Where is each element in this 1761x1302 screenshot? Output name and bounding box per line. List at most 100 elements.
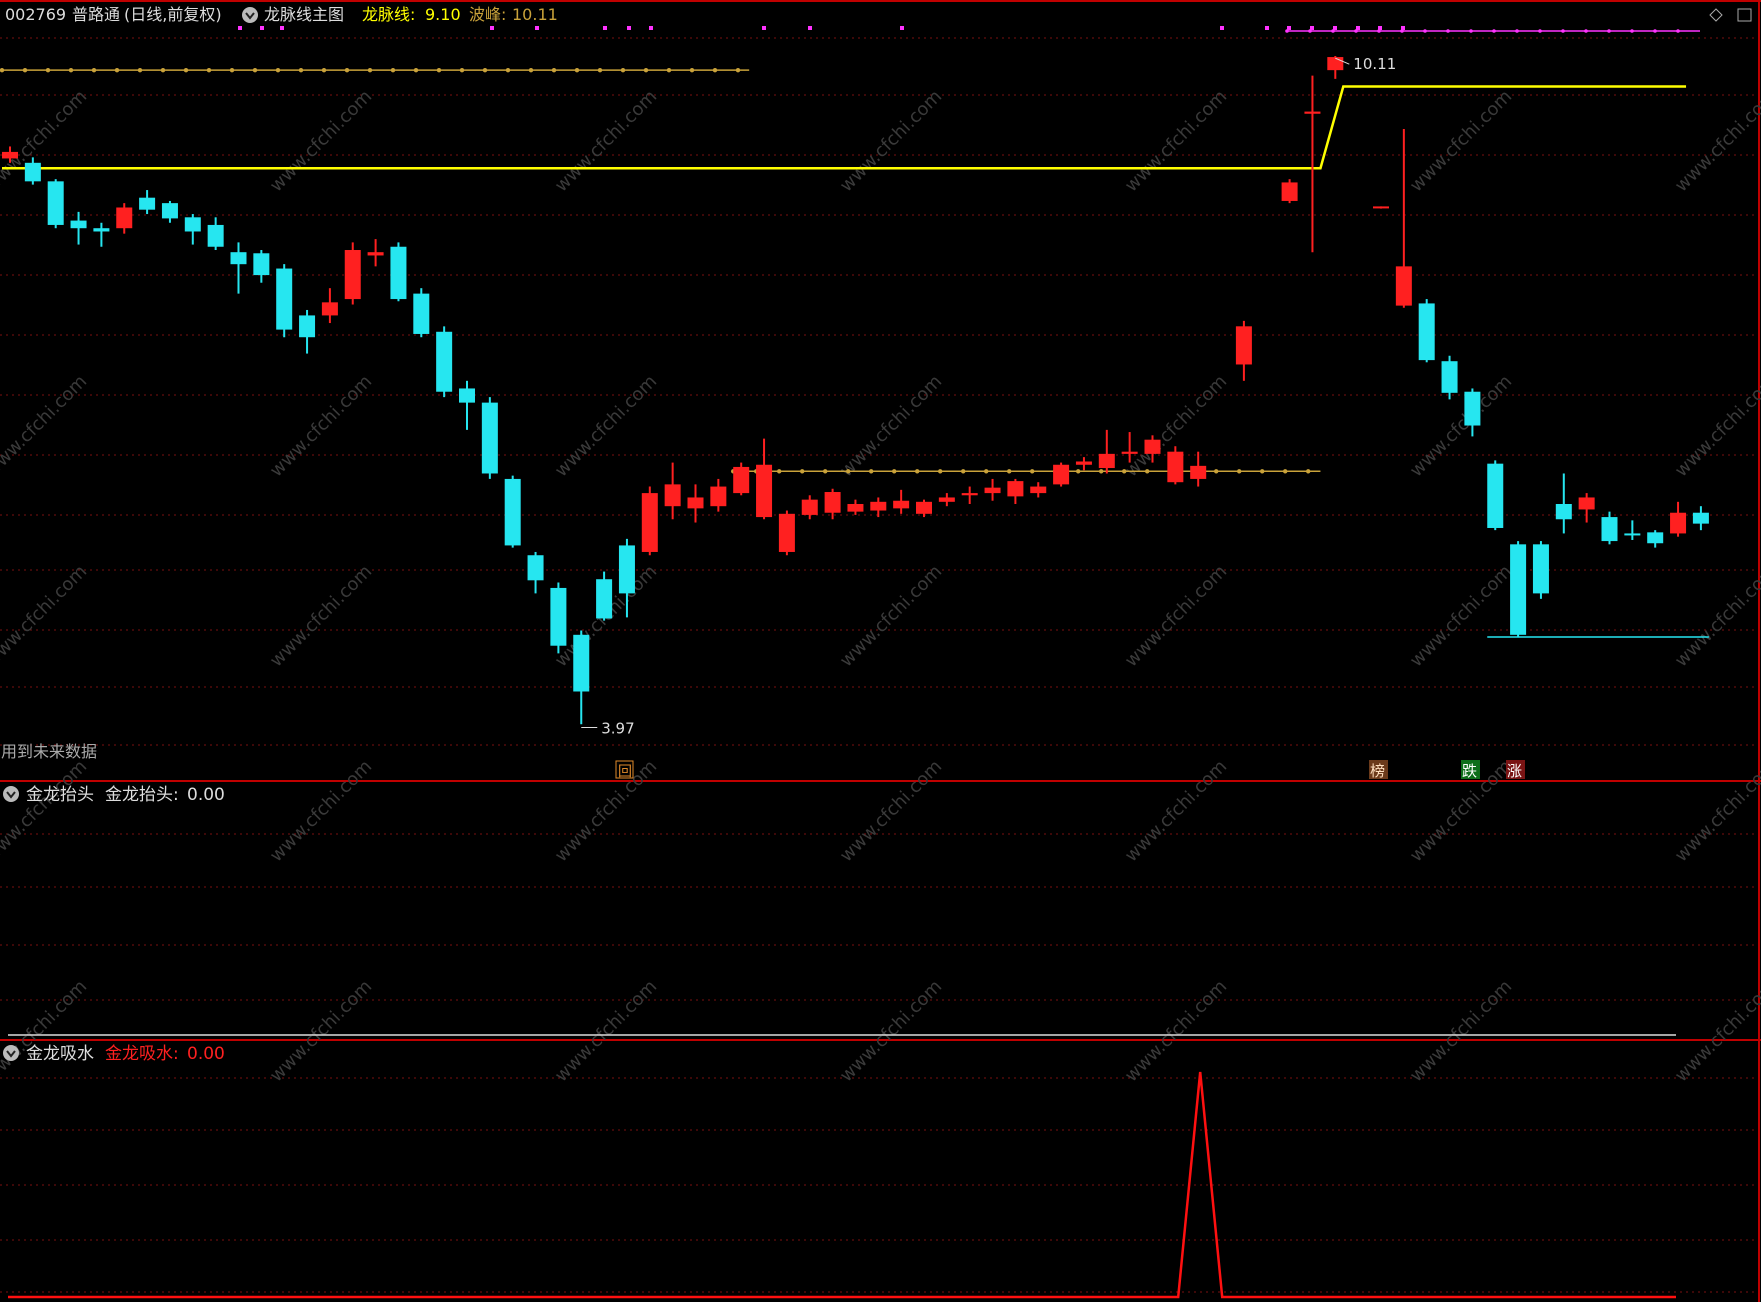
candle	[116, 203, 133, 234]
candle-body	[893, 500, 910, 509]
candle	[710, 478, 727, 512]
candle	[527, 551, 544, 594]
candle	[961, 486, 978, 505]
candle	[778, 510, 795, 556]
candle-body	[1235, 326, 1252, 365]
gold-dot	[735, 67, 741, 73]
candle	[459, 380, 475, 430]
panel2-menu-toggle[interactable]	[3, 786, 19, 802]
magenta-signal-dots	[238, 26, 1700, 33]
candle	[93, 222, 110, 247]
candle-body	[1510, 544, 1527, 635]
future-data-note: 用到未来数据	[1, 742, 97, 761]
candle-body	[1327, 57, 1344, 71]
candle	[1167, 446, 1184, 485]
candle-body	[710, 486, 727, 507]
chart-canvas[interactable]: www.cfchi.com www.cfchi.com www.cfchi.com w…	[0, 0, 1761, 1302]
candle-body	[436, 331, 453, 392]
candle	[641, 486, 658, 556]
candle-body	[1121, 451, 1138, 454]
signal-zhang-badge: 涨	[1506, 760, 1525, 780]
signal-zhang-text: 涨	[1507, 762, 1522, 780]
gold-dot	[160, 67, 166, 73]
candle-body	[184, 217, 201, 232]
gold-dot	[597, 67, 603, 73]
peak-value: 10.11	[512, 5, 558, 24]
gold-dot	[689, 67, 695, 73]
candle-body	[1670, 512, 1687, 534]
gold-dot	[275, 67, 281, 73]
candle	[207, 217, 224, 251]
watermark-text: www.cfchi.com	[266, 561, 376, 671]
panel3-title: 金龙吸水	[26, 1044, 94, 1064]
gold-dotted-lines	[0, 67, 1321, 474]
gold-dot	[436, 67, 442, 73]
candle-body	[1030, 486, 1047, 494]
candle	[1190, 451, 1207, 487]
candle-body	[618, 545, 635, 594]
candle	[847, 499, 864, 515]
candle-body	[299, 315, 316, 338]
candle-body	[481, 402, 498, 474]
candle	[1487, 460, 1504, 531]
gold-dot	[114, 67, 120, 73]
watermark-text: www.cfchi.com	[266, 756, 376, 866]
candle	[573, 630, 590, 725]
candle	[664, 462, 681, 520]
gold-dot	[298, 67, 304, 73]
candle-body	[1555, 504, 1572, 520]
high-price-label: 10.11	[1353, 55, 1396, 73]
indicator-menu-toggle[interactable]	[242, 7, 258, 23]
candle-body	[161, 203, 178, 219]
magenta-dot	[490, 26, 494, 30]
candle-body	[847, 504, 864, 512]
candle-body	[2, 151, 18, 159]
gold-dot	[229, 67, 235, 73]
candle-body	[1098, 453, 1115, 469]
signal-bang-badge: 榜	[1369, 760, 1388, 780]
candle-body	[1647, 532, 1664, 544]
candle	[870, 497, 887, 518]
watermark-text: www.cfchi.com	[551, 86, 661, 196]
magenta-dot	[627, 26, 631, 30]
candle	[596, 571, 613, 621]
magenta-dot	[1446, 29, 1450, 33]
watermark-text: www.cfchi.com	[266, 976, 376, 1086]
candle-body	[527, 555, 544, 581]
candle	[1235, 320, 1252, 381]
candle	[253, 250, 270, 283]
candle	[1327, 55, 1344, 79]
maximize-icon[interactable]	[1737, 8, 1752, 22]
magenta-dot	[649, 26, 653, 30]
candle	[161, 200, 178, 223]
magenta-dot	[1265, 26, 1269, 30]
period-label: (日线,前复权)	[124, 5, 222, 24]
watermark-text: www.cfchi.com	[1406, 976, 1516, 1086]
panel3-menu-toggle[interactable]	[3, 1045, 19, 1061]
watermark-text: www.cfchi.com	[836, 371, 946, 481]
gold-dot	[413, 67, 419, 73]
magenta-dot	[1492, 29, 1496, 33]
candle	[1624, 520, 1641, 540]
candle-body	[1487, 463, 1504, 528]
candle-body	[1281, 182, 1298, 201]
gold-dot	[620, 67, 626, 73]
candle-body	[276, 268, 293, 330]
magenta-dot	[1653, 29, 1657, 33]
magenta-dot	[1607, 29, 1611, 33]
panel2-value: 0.00	[187, 785, 225, 805]
gold-dot	[482, 67, 488, 73]
watermark-text: www.cfchi.com	[0, 86, 91, 196]
dragon-line-value: 9.10	[425, 5, 461, 24]
signal-huei-text: 回	[618, 764, 632, 780]
candle	[321, 288, 338, 324]
diamond-icon[interactable]	[1709, 8, 1723, 22]
gold-dot	[823, 469, 828, 474]
candle-body	[1464, 391, 1481, 426]
gold-dot	[777, 469, 782, 474]
candle	[1053, 462, 1070, 487]
candle-body	[1624, 533, 1641, 536]
watermark-text: www.cfchi.com	[1671, 371, 1761, 481]
candle	[1532, 541, 1549, 599]
signal-die-text: 跌	[1462, 762, 1477, 780]
